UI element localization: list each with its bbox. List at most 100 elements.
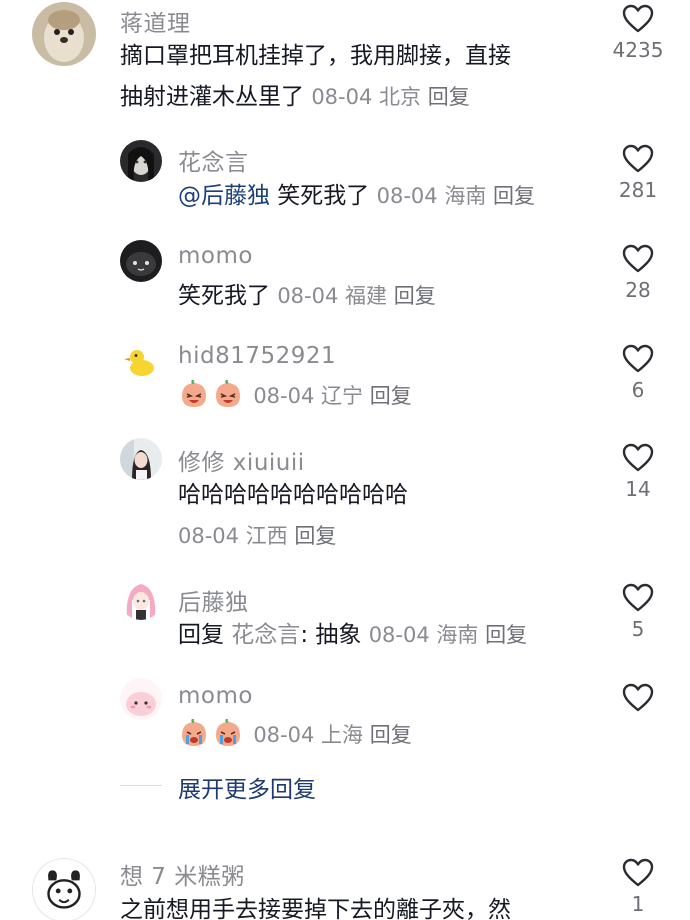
avatar[interactable] (120, 438, 162, 480)
heart-icon (622, 683, 654, 712)
quoted-username[interactable]: 花念言 (224, 622, 300, 648)
reply-button[interactable]: 回复 (294, 524, 336, 548)
like-count: 5 (631, 617, 645, 641)
reply-prefix: 回复 (178, 622, 224, 648)
heart-icon (622, 583, 654, 612)
girl-photo-avatar-icon (120, 438, 162, 480)
comment-text-line: 之前想用手去接要掉下去的離子夾，然 (120, 897, 511, 920)
comment-meta: 08-04 上海 回复 (253, 723, 411, 747)
heart-icon (622, 244, 654, 273)
comment-date: 08-04 (376, 184, 438, 208)
otter-avatar-icon (32, 2, 96, 66)
comment-username[interactable]: 蒋道理 (120, 4, 191, 38)
duck-avatar-icon (120, 340, 162, 382)
peach-laugh-emoji-icon (216, 379, 240, 407)
peach-laugh-emoji-icon (182, 379, 206, 407)
comment-meta: 08-04 海南 回复 (377, 184, 535, 208)
like-button[interactable]: 4235 (608, 4, 668, 62)
black-blob-avatar-icon (120, 240, 162, 282)
girl-sketch-avatar-icon (120, 140, 162, 182)
comment-date: 08-04 (368, 623, 430, 647)
heart-icon (622, 4, 654, 33)
pink-creature-avatar-icon (120, 678, 162, 720)
avatar[interactable] (120, 678, 162, 720)
heart-icon (622, 443, 654, 472)
reply-button[interactable]: 回复 (370, 723, 412, 747)
heart-icon (622, 344, 654, 373)
reply-text-segment: 笑死我了 (270, 183, 370, 209)
avatar[interactable] (120, 340, 162, 382)
comment-text-line: 抽射进灌木丛里了 08-04 北京 回复 (120, 77, 511, 118)
like-button[interactable]: 281 (608, 144, 668, 202)
pink-hair-anime-avatar-icon (120, 578, 162, 620)
avatar[interactable] (120, 140, 162, 182)
like-button[interactable]: 28 (608, 244, 668, 302)
reply-text: 08-04 上海 回复 (178, 715, 412, 756)
reply-username[interactable]: momo (178, 243, 253, 269)
reply-username[interactable]: 花念言 (178, 143, 249, 177)
comment-text-line: 摘口罩把耳机挂掉了，我用脚接，直接 (120, 43, 511, 69)
reply-text: @后藤独 笑死我了 08-04 海南 回复 (178, 176, 535, 217)
comment-date: 08-04 (178, 524, 240, 548)
avatar[interactable] (32, 858, 96, 920)
like-count: 4235 (612, 38, 664, 62)
expand-divider (120, 785, 162, 786)
like-button[interactable]: 14 (608, 443, 668, 501)
comment-meta: 08-04 福建 回复 (277, 284, 435, 308)
comment-text: 之前想用手去接要掉下去的離子夾，然 (120, 890, 511, 920)
comment-meta: 08-04 江西 回复 (178, 516, 408, 557)
heart-icon (622, 144, 654, 173)
peach-cry-emoji-icon (182, 718, 206, 746)
reply-text-line: 哈哈哈哈哈哈哈哈哈哈 (178, 482, 408, 508)
comment-location: 海南 (436, 623, 479, 647)
like-button[interactable]: 5 (608, 583, 668, 641)
like-count: 28 (625, 278, 651, 302)
comment-date: 08-04 (253, 384, 315, 408)
avatar[interactable] (120, 578, 162, 620)
comment-text-segment: 抽射进灌木丛里了 (120, 84, 304, 110)
avatar[interactable] (32, 2, 96, 66)
avatar[interactable] (120, 240, 162, 282)
comment-text: 摘口罩把耳机挂掉了，我用脚接，直接 抽射进灌木丛里了 08-04 北京 回复 (120, 36, 511, 118)
like-count: 281 (618, 178, 658, 202)
comment-location: 福建 (345, 284, 388, 308)
reply-button[interactable]: 回复 (370, 384, 412, 408)
reply-text: 哈哈哈哈哈哈哈哈哈哈 08-04 江西 回复 (178, 475, 408, 557)
cartoon-dog-avatar-icon (33, 859, 95, 920)
comment-meta: 08-04 辽宁 回复 (253, 384, 411, 408)
reply-username[interactable]: 后藤独 (178, 583, 249, 617)
like-count: 1 (631, 892, 645, 916)
comment-location: 上海 (321, 723, 364, 747)
reply-text-segment: : 抽象 (300, 622, 362, 648)
mention-link[interactable]: @后藤独 (178, 183, 270, 209)
reply-text: 08-04 辽宁 回复 (178, 376, 412, 417)
reply-username[interactable]: momo (178, 683, 253, 709)
like-count: 6 (631, 378, 645, 402)
expand-more-replies-button[interactable]: 展开更多回复 (178, 770, 316, 804)
comment-location: 辽宁 (321, 384, 364, 408)
peach-cry-emoji-icon (216, 718, 240, 746)
comment-date: 08-04 (253, 723, 315, 747)
comment-location: 江西 (245, 524, 288, 548)
reply-button[interactable]: 回复 (428, 85, 470, 109)
comment-date: 08-04 (277, 284, 339, 308)
reply-username[interactable]: 修修 xiuiuii (178, 443, 305, 477)
like-button[interactable] (608, 683, 668, 717)
comment-location: 海南 (444, 184, 487, 208)
like-count: 14 (625, 477, 651, 501)
like-button[interactable]: 6 (608, 344, 668, 402)
comment-username[interactable]: 想 7 米糕粥 (120, 857, 245, 891)
like-button[interactable]: 1 (608, 858, 668, 916)
comment-date: 08-04 (311, 85, 373, 109)
reply-button[interactable]: 回复 (394, 284, 436, 308)
reply-button[interactable]: 回复 (493, 184, 535, 208)
comment-location: 北京 (379, 85, 422, 109)
reply-text: 笑死我了 08-04 福建 回复 (178, 276, 436, 317)
reply-button[interactable]: 回复 (485, 623, 527, 647)
heart-icon (622, 858, 654, 887)
comment-meta: 08-04 北京 回复 (311, 85, 469, 109)
reply-username[interactable]: hid81752921 (178, 343, 336, 369)
reply-text: 回复 花念言: 抽象 08-04 海南 回复 (178, 615, 527, 656)
comment-meta: 08-04 海南 回复 (369, 623, 527, 647)
reply-text-segment: 笑死我了 (178, 283, 270, 309)
